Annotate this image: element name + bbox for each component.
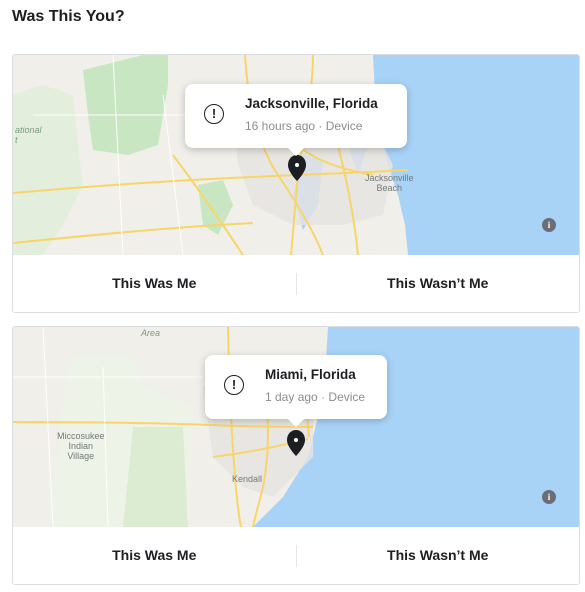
popup-city: Jacksonville, Florida [245, 96, 378, 111]
this-wasnt-me-button[interactable]: This Wasn’t Me [297, 527, 580, 584]
login-time: 16 hours ago [245, 119, 316, 133]
info-icon[interactable]: i [542, 218, 556, 232]
alert-circle-icon: ! [204, 104, 224, 124]
this-was-me-button[interactable]: This Was Me [13, 255, 296, 312]
login-source: Device [325, 119, 363, 133]
location-popup: ! Miami, Florida 1 day ago · Device [205, 355, 387, 427]
card-actions: This Was Me This Wasn’t Me [13, 255, 579, 312]
login-source: Device [328, 390, 366, 404]
login-card-jacksonville: ational t Jacksonville Beach i ! Jacksonvi… [12, 54, 580, 313]
this-wasnt-me-button[interactable]: This Wasn’t Me [297, 255, 580, 312]
popup-meta: 1 day ago · Device [265, 390, 365, 404]
map-jacksonville[interactable]: ational t Jacksonville Beach i ! Jacksonvi… [13, 55, 579, 255]
map-label-city: Jacksonville Beach [365, 173, 414, 193]
login-time: 1 day ago [265, 390, 318, 404]
card-actions: This Was Me This Wasn’t Me [13, 527, 579, 584]
this-was-me-button[interactable]: This Was Me [13, 527, 296, 584]
map-label-park: ational t [15, 125, 42, 145]
location-popup: ! Jacksonville, Florida 16 hours ago · D… [185, 84, 407, 156]
alert-circle-icon: ! [224, 375, 244, 395]
map-label-area: Area [141, 328, 161, 338]
meta-separator: · [318, 119, 323, 133]
page-title: Was This You? [12, 8, 125, 25]
login-card-miami: Area Miccosukee Indian Village Kendall i !… [12, 326, 580, 585]
popup-meta: 16 hours ago · Device [245, 119, 362, 133]
meta-separator: · [321, 390, 326, 404]
map-miami[interactable]: Area Miccosukee Indian Village Kendall i !… [13, 327, 579, 527]
popup-city: Miami, Florida [265, 367, 356, 382]
map-label-city: Kendall [232, 474, 263, 484]
map-label-reserve: Miccosukee Indian Village [57, 431, 105, 461]
info-icon[interactable]: i [542, 490, 556, 504]
